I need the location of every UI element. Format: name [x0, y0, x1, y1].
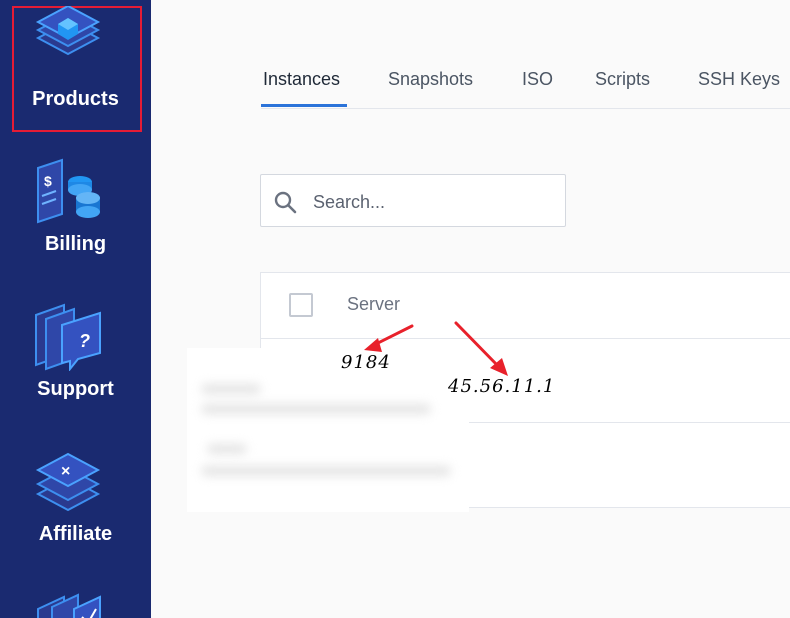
- annotation-arrows: [364, 321, 508, 376]
- arrow-head-icon: [364, 338, 382, 352]
- arrow-icon: [454, 321, 502, 370]
